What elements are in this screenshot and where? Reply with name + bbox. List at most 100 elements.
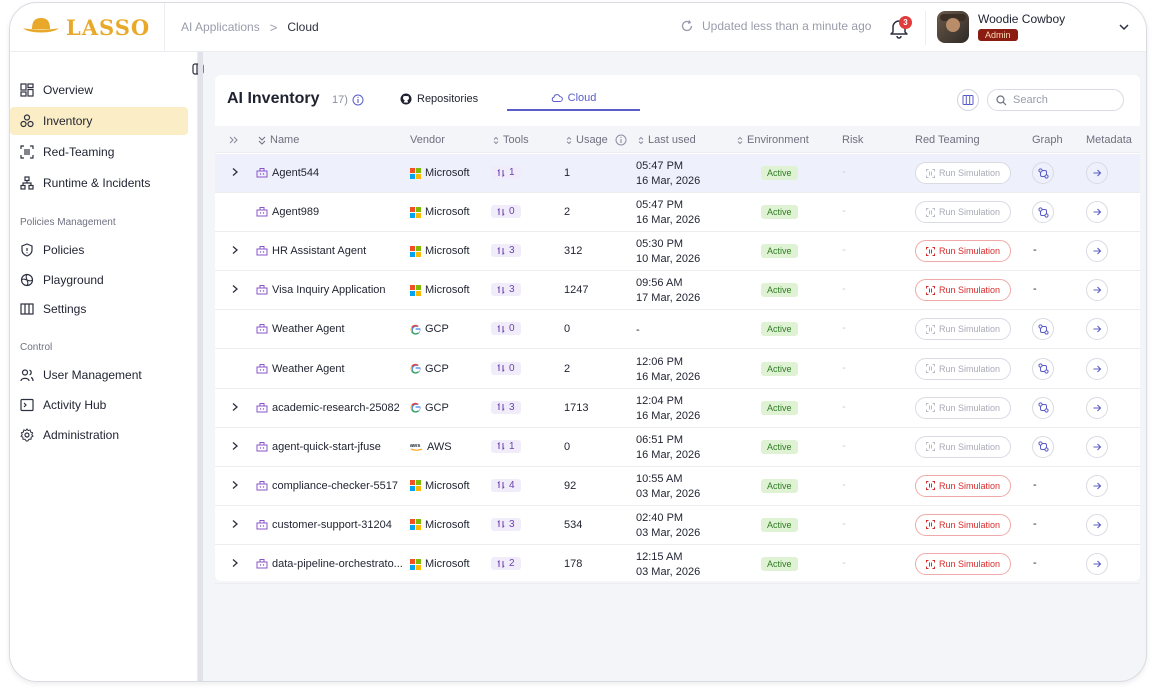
agent-name[interactable]: academic-research-25082 <box>272 402 406 414</box>
table-row[interactable]: Agent544 Microsoft 1 1 05:47 PM 16 Mar, 2026 A… <box>215 154 1140 193</box>
chevron-right-icon[interactable] <box>230 519 240 529</box>
sidebar-item-playground[interactable]: Playground <box>10 266 188 294</box>
table-row[interactable]: Agent989 Microsoft 0 2 05:47 PM 16 Mar, 2026 A… <box>215 193 1140 233</box>
run-simulation-button[interactable]: Run Simulation <box>915 318 1011 341</box>
search-input[interactable] <box>1013 94 1113 106</box>
run-simulation-button[interactable]: Run Simulation <box>915 553 1011 575</box>
sidebar-resize-handle[interactable] <box>198 52 203 681</box>
expand-all-icon[interactable] <box>229 135 239 145</box>
table-row[interactable]: academic-research-25082 GCP 3 1713 12:04 PM 1… <box>215 389 1140 428</box>
table-row[interactable]: customer-support-31204 Microsoft 3 534 02:40… <box>215 506 1140 545</box>
graph-button[interactable] <box>1032 396 1054 419</box>
logo[interactable]: LASSO <box>10 3 165 51</box>
tools-badge[interactable]: 4 <box>491 478 521 492</box>
avatar[interactable] <box>937 11 969 43</box>
tools-badge[interactable]: 1 <box>491 439 521 453</box>
graph-button[interactable] <box>1032 435 1054 458</box>
column-header-name[interactable]: Name <box>258 134 299 146</box>
agent-name[interactable]: Weather Agent <box>272 363 406 375</box>
table-row[interactable]: Visa Inquiry Application Microsoft 3 1247 09… <box>215 271 1140 311</box>
agent-name[interactable]: HR Assistant Agent <box>272 245 406 257</box>
metadata-button[interactable] <box>1086 396 1108 419</box>
chevron-down-icon[interactable] <box>1118 21 1130 33</box>
tools-badge[interactable]: 3 <box>491 283 521 297</box>
sidebar-item-red-teaming[interactable]: Red-Teaming <box>10 138 188 166</box>
metadata-button[interactable] <box>1086 240 1108 263</box>
sidebar-item-overview[interactable]: Overview <box>10 76 188 104</box>
column-settings-button[interactable] <box>957 89 979 111</box>
sidebar-item-administration[interactable]: Administration <box>10 421 188 449</box>
run-simulation-button[interactable]: Run Simulation <box>915 162 1011 184</box>
info-icon[interactable] <box>352 94 364 106</box>
tools-badge[interactable]: 0 <box>491 205 521 219</box>
info-icon[interactable] <box>615 134 627 146</box>
search-box[interactable] <box>987 89 1124 111</box>
graph-button[interactable] <box>1032 318 1054 341</box>
run-simulation-button[interactable]: Run Simulation <box>915 357 1011 380</box>
tools-badge[interactable]: 3 <box>491 244 521 258</box>
agent-name[interactable]: data-pipeline-orchestrato... <box>272 558 406 570</box>
column-header-tools[interactable]: Tools <box>493 134 529 146</box>
run-simulation-button[interactable]: Run Simulation <box>915 201 1011 224</box>
last-used: 06:51 PM 16 Mar, 2026 <box>636 433 700 463</box>
graph-button[interactable] <box>1032 201 1054 224</box>
run-simulation-button[interactable]: Run Simulation <box>915 513 1011 536</box>
chevron-right-icon[interactable] <box>230 480 240 490</box>
metadata-button[interactable] <box>1086 513 1108 536</box>
table-row[interactable]: data-pipeline-orchestrato... Microsoft 2 17… <box>215 545 1140 584</box>
table-row[interactable]: Weather Agent GCP 0 0 - Active - Run Simulation <box>215 310 1140 350</box>
chevron-right-icon[interactable] <box>230 245 240 255</box>
run-simulation-button[interactable]: Run Simulation <box>915 474 1011 497</box>
run-simulation-button[interactable]: Run Simulation <box>915 279 1011 302</box>
metadata-button[interactable] <box>1086 357 1108 380</box>
metadata-button[interactable] <box>1086 279 1108 302</box>
run-simulation-button[interactable]: Run Simulation <box>915 435 1011 458</box>
tools-badge[interactable]: 0 <box>491 322 521 336</box>
chevron-right-icon[interactable] <box>230 402 240 412</box>
metadata-button[interactable] <box>1086 474 1108 497</box>
column-header-last-used[interactable]: Last used <box>638 134 696 146</box>
sidebar-item-runtime-incidents[interactable]: Runtime & Incidents <box>10 169 188 197</box>
agent-name[interactable]: Weather Agent <box>272 323 406 335</box>
sidebar-item-policies[interactable]: Policies <box>10 236 188 264</box>
metadata-button[interactable] <box>1086 435 1108 458</box>
table-row[interactable]: Weather Agent GCP 0 2 12:06 PM 16 Mar, 2026 Ac… <box>215 350 1140 389</box>
agent-name[interactable]: agent-quick-start-jfuse <box>272 441 406 453</box>
agent-name[interactable]: Agent989 <box>272 206 406 218</box>
column-header-environment[interactable]: Environment <box>737 134 809 146</box>
metadata-button[interactable] <box>1086 318 1108 341</box>
metadata-button[interactable] <box>1086 201 1108 224</box>
refresh-icon[interactable] <box>680 19 694 33</box>
table-row[interactable]: agent-quick-start-jfuse aws AWS 1 0 06:51 PM 1… <box>215 428 1140 467</box>
agent-name[interactable]: Visa Inquiry Application <box>272 284 406 296</box>
sidebar-item-inventory[interactable]: Inventory <box>10 107 188 135</box>
chevron-right-icon[interactable] <box>230 558 240 568</box>
tools-badge[interactable]: 3 <box>491 517 521 531</box>
tools-badge[interactable]: 0 <box>491 361 521 375</box>
run-simulation-button[interactable]: Run Simulation <box>915 240 1011 263</box>
table-row[interactable]: HR Assistant Agent Microsoft 3 312 05:30 PM 1… <box>215 232 1140 272</box>
tools-badge[interactable]: 3 <box>491 400 521 414</box>
column-header-usage[interactable]: Usage <box>566 134 627 146</box>
sidebar-item-activity-hub[interactable]: Activity Hub <box>10 391 188 419</box>
agent-name[interactable]: customer-support-31204 <box>272 519 406 531</box>
table-row[interactable]: compliance-checker-5517 Microsoft 4 92 10:55… <box>215 467 1140 506</box>
breadcrumb-parent[interactable]: AI Applications <box>181 20 260 34</box>
chevron-right-icon[interactable] <box>230 284 240 294</box>
graph-button[interactable] <box>1032 357 1054 380</box>
agent-name[interactable]: Agent544 <box>272 167 406 179</box>
sidebar-item-settings[interactable]: Settings <box>10 295 188 323</box>
sidebar-item-user-management[interactable]: User Management <box>10 361 188 389</box>
agent-icon <box>256 519 268 530</box>
agent-name[interactable]: compliance-checker-5517 <box>272 480 406 492</box>
tab-cloud[interactable]: Cloud <box>507 87 640 111</box>
tab-repositories[interactable]: Repositories <box>400 87 478 111</box>
chevron-right-icon[interactable] <box>230 167 240 177</box>
tools-badge[interactable]: 1 <box>491 166 521 179</box>
chevron-right-icon[interactable] <box>230 441 240 451</box>
tools-badge[interactable]: 2 <box>491 557 521 570</box>
metadata-button[interactable] <box>1086 162 1108 184</box>
metadata-button[interactable] <box>1086 553 1108 575</box>
run-simulation-button[interactable]: Run Simulation <box>915 396 1011 419</box>
graph-button[interactable] <box>1032 162 1054 184</box>
